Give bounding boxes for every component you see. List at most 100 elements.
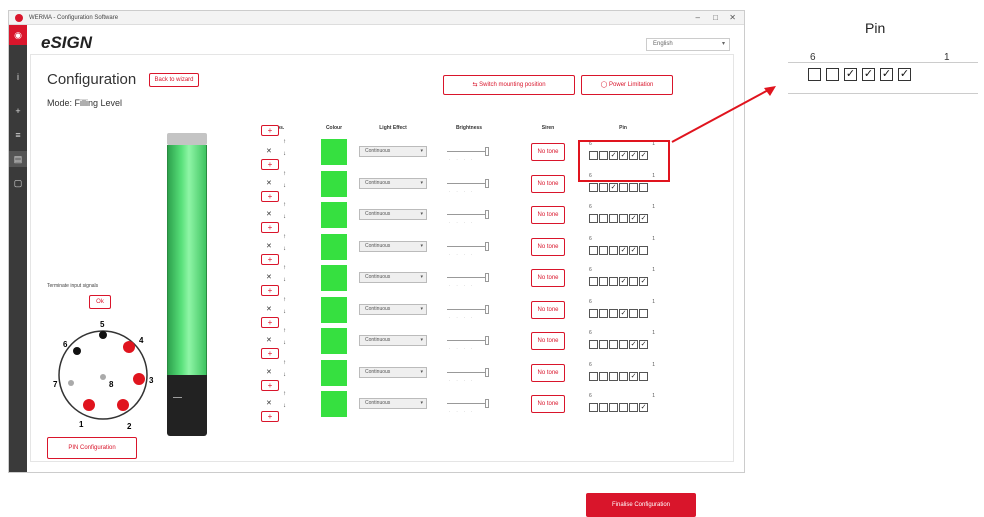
siren-tone-button[interactable]: No tone xyxy=(531,206,565,224)
brightness-slider[interactable]: ···· xyxy=(447,335,493,351)
light-effect-select[interactable]: Continuous ▾ xyxy=(359,177,427,189)
pin-checkbox[interactable] xyxy=(589,308,598,318)
move-up-icon[interactable]: ↑ xyxy=(283,234,286,240)
remove-segment-icon[interactable]: ✕ xyxy=(266,242,272,250)
move-down-icon[interactable]: ↓ xyxy=(283,403,286,409)
light-effect-select[interactable]: Continuous ▾ xyxy=(359,209,427,220)
move-down-icon[interactable]: ↓ xyxy=(283,183,286,189)
remove-segment-icon[interactable]: ✕ xyxy=(266,399,272,407)
pin-checkbox[interactable] xyxy=(599,245,608,255)
pin-checkbox[interactable] xyxy=(639,182,648,192)
move-up-icon[interactable]: ↑ xyxy=(283,328,286,334)
pin-checkbox[interactable] xyxy=(609,277,618,286)
slider-thumb[interactable] xyxy=(485,273,489,282)
pin-checkbox[interactable]: ✓ xyxy=(639,214,648,223)
move-down-icon[interactable]: ↓ xyxy=(283,246,286,252)
pin-checkbox[interactable]: ✓ xyxy=(619,277,628,286)
siren-tone-button[interactable]: No tone xyxy=(531,269,565,287)
switch-mounting-button[interactable]: ⇆ Switch mounting position xyxy=(443,75,575,95)
light-effect-select[interactable]: Continuous ▾ xyxy=(359,335,427,346)
brightness-slider[interactable]: ···· xyxy=(447,272,493,288)
pin-checkbox[interactable] xyxy=(639,245,648,255)
move-down-icon[interactable]: ↓ xyxy=(283,372,286,378)
pin-checkbox[interactable]: ✓ xyxy=(639,340,648,349)
pin-checkbox[interactable] xyxy=(629,403,638,412)
pin-checkbox[interactable]: ✓ xyxy=(639,277,648,286)
remove-segment-icon[interactable]: ✕ xyxy=(266,210,272,218)
colour-swatch[interactable] xyxy=(321,233,347,260)
colour-swatch[interactable] xyxy=(321,170,347,197)
brightness-slider[interactable]: ···· xyxy=(447,367,493,383)
move-down-icon[interactable]: ↓ xyxy=(283,277,286,283)
slider-thumb[interactable] xyxy=(485,336,489,345)
pin-checkbox[interactable]: ✓ xyxy=(629,340,638,349)
pin-checkbox[interactable] xyxy=(619,214,628,223)
siren-tone-button[interactable]: No tone xyxy=(531,237,565,256)
pin-checkbox[interactable] xyxy=(639,308,648,318)
brightness-slider[interactable]: ···· xyxy=(447,304,493,320)
maximize-button[interactable]: □ xyxy=(713,11,718,25)
move-up-icon[interactable]: ↑ xyxy=(283,139,286,145)
move-up-icon[interactable]: ↑ xyxy=(283,171,286,177)
siren-tone-button[interactable]: No tone xyxy=(531,332,565,350)
pin-checkbox[interactable] xyxy=(609,340,618,349)
pin-checkbox[interactable] xyxy=(639,371,648,381)
minimize-button[interactable]: – xyxy=(696,11,700,25)
close-button[interactable]: ✕ xyxy=(729,11,736,25)
pin-checkbox[interactable] xyxy=(599,308,608,318)
move-up-icon[interactable]: ↑ xyxy=(283,391,286,397)
light-effect-select[interactable]: Continuous ▾ xyxy=(359,272,427,283)
slider-thumb[interactable] xyxy=(485,399,489,408)
move-down-icon[interactable]: ↓ xyxy=(283,214,286,220)
pin-checkbox[interactable] xyxy=(599,340,608,349)
pin-checkbox[interactable] xyxy=(619,371,628,381)
pin-checkbox[interactable]: ✓ xyxy=(639,403,648,412)
move-down-icon[interactable]: ↓ xyxy=(283,340,286,346)
brightness-slider[interactable]: ···· xyxy=(447,146,493,162)
remove-segment-icon[interactable]: ✕ xyxy=(266,147,272,155)
pin-checkbox[interactable] xyxy=(599,214,608,223)
light-effect-select[interactable]: Continuous ▾ xyxy=(359,398,427,409)
pin-checkbox[interactable]: ✓ xyxy=(629,214,638,223)
pin-checkbox[interactable]: ✓ xyxy=(619,308,628,318)
siren-tone-button[interactable]: No tone xyxy=(531,395,565,413)
move-down-icon[interactable]: ↓ xyxy=(283,309,286,315)
colour-swatch[interactable] xyxy=(321,265,347,291)
pin-checkbox[interactable]: ✓ xyxy=(629,245,638,255)
sidebar-menu-icon[interactable]: ≡ xyxy=(9,127,27,143)
colour-swatch[interactable] xyxy=(321,391,347,417)
pin-configuration-button[interactable]: PIN Configuration xyxy=(47,437,137,459)
pin-checkbox[interactable] xyxy=(609,214,618,223)
pin-checkbox[interactable] xyxy=(619,403,628,412)
slider-thumb[interactable] xyxy=(485,178,489,188)
remove-segment-icon[interactable]: ✕ xyxy=(266,305,272,313)
colour-swatch[interactable] xyxy=(321,359,347,386)
remove-segment-icon[interactable]: ✕ xyxy=(266,368,272,376)
pin-checkbox[interactable] xyxy=(609,308,618,318)
light-effect-select[interactable]: Continuous ▾ xyxy=(359,303,427,315)
pin-checkbox[interactable] xyxy=(599,371,608,381)
pin-checkbox[interactable] xyxy=(589,214,598,223)
pin-checkbox[interactable] xyxy=(599,403,608,412)
pin-checkbox[interactable] xyxy=(629,308,638,318)
pin-checkbox[interactable] xyxy=(589,182,598,192)
colour-swatch[interactable] xyxy=(321,328,347,354)
siren-tone-button[interactable]: No tone xyxy=(531,143,565,161)
pin-checkbox[interactable] xyxy=(609,245,618,255)
move-up-icon[interactable]: ↑ xyxy=(283,360,286,366)
colour-swatch[interactable] xyxy=(321,202,347,228)
brightness-slider[interactable]: ···· xyxy=(447,398,493,414)
brightness-slider[interactable]: ···· xyxy=(447,209,493,225)
pin-checkbox[interactable] xyxy=(609,371,618,381)
sidebar-add-icon[interactable]: + xyxy=(9,103,27,119)
light-effect-select[interactable]: Continuous ▾ xyxy=(359,146,427,157)
slider-thumb[interactable] xyxy=(485,147,489,156)
pin-checkbox[interactable] xyxy=(619,182,628,192)
slider-thumb[interactable] xyxy=(485,241,489,251)
light-effect-select[interactable]: Continuous ▾ xyxy=(359,240,427,252)
pin-checkbox[interactable] xyxy=(589,245,598,255)
slider-thumb[interactable] xyxy=(485,210,489,219)
siren-tone-button[interactable]: No tone xyxy=(531,363,565,382)
colour-swatch[interactable] xyxy=(321,139,347,165)
remove-segment-icon[interactable]: ✕ xyxy=(266,336,272,344)
